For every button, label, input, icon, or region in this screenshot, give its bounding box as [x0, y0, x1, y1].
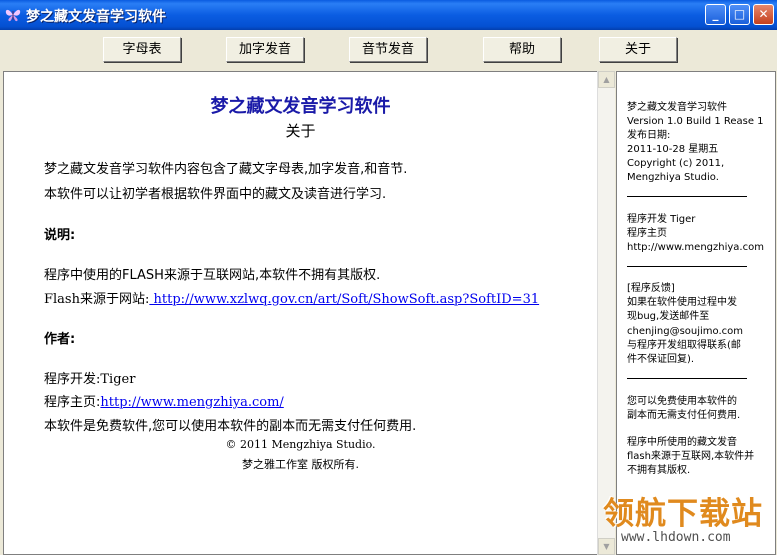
- side-feedback-line-1: 如果在软件使用过程中发: [627, 297, 737, 308]
- side-homepage-label: 程序主页: [627, 228, 667, 239]
- flash-source-label: Flash来源于网站:: [44, 292, 150, 307]
- side-feedback-line-4: 件不保证回复).: [627, 354, 695, 365]
- side-feedback-line-2: 现bug,发送邮件至: [627, 311, 710, 322]
- site-watermark: 领航下载站 www.lhdown.com: [603, 488, 773, 548]
- homepage-line: 程序主页:http://www.mengzhiya.com/: [44, 391, 284, 410]
- content-title: 梦之藏文发音学习软件: [210, 96, 391, 117]
- intro-line-1: 梦之藏文发音学习软件内容包含了藏文字母表,加字发音,和音节.: [44, 162, 408, 177]
- homepage-link[interactable]: http://www.mengzhiya.com/: [100, 395, 283, 410]
- maximize-button[interactable]: □: [729, 4, 750, 25]
- syllable-pronunciation-button[interactable]: 音节发音: [349, 37, 427, 62]
- butterfly-icon: [5, 9, 21, 22]
- watermark-logo-text: 领航下载站: [603, 496, 763, 532]
- side-flash-line-2: flash来源于互联网,本软件并: [627, 451, 755, 462]
- side-feedback-email: chenjing@soujimo.com: [627, 326, 744, 337]
- about-button[interactable]: 关于: [599, 37, 677, 62]
- developer-line: 程序开发:Tiger: [44, 372, 136, 387]
- free-software-line: 本软件是免费软件,您可以使用本软件的副本而无需支付任何费用.: [44, 419, 417, 434]
- side-release-date: 2011-10-28 星期五: [627, 144, 719, 155]
- watermark-url: www.lhdown.com: [621, 530, 731, 545]
- side-release-label: 发布日期:: [627, 130, 671, 141]
- vertical-scrollbar[interactable]: ▲ ▼: [597, 71, 615, 555]
- scroll-up-arrow-icon[interactable]: ▲: [598, 71, 615, 88]
- help-button[interactable]: 帮助: [483, 37, 561, 62]
- side-feedback-title: [程序反馈]: [627, 283, 675, 294]
- content-subtitle: 关于: [285, 122, 316, 140]
- alphabet-button[interactable]: 字母表: [103, 37, 181, 62]
- note-line-1: 程序中使用的FLASH来源于互联网站,本软件不拥有其版权.: [44, 268, 381, 283]
- toolbar: 字母表 加字发音 音节发音 帮助 关于: [0, 30, 777, 68]
- window-title: 梦之藏文发音学习软件: [26, 9, 166, 25]
- side-flash-line-1: 程序中所使用的藏文发音: [627, 437, 737, 448]
- copyright-line-2: 梦之雅工作室 版权所有.: [242, 458, 359, 471]
- minimize-button[interactable]: _: [705, 4, 726, 25]
- side-version: Version 1.0 Build 1 Rease 1: [627, 116, 764, 127]
- flash-source-line: Flash来源于网站: http://www.xzlwq.gov.cn/art/…: [44, 288, 539, 307]
- side-developer: 程序开发 Tiger: [627, 214, 696, 225]
- add-letter-pronunciation-button[interactable]: 加字发音: [226, 37, 304, 62]
- side-divider: [627, 266, 747, 267]
- side-app-name: 梦之藏文发音学习软件: [627, 102, 727, 113]
- side-free-line-2: 副本而无需支付任何费用.: [627, 410, 741, 421]
- side-free-line-1: 您可以免费使用本软件的: [627, 396, 737, 407]
- side-homepage-url: http://www.mengzhiya.com: [627, 242, 764, 253]
- about-content: 梦之藏文发音学习软件 关于 梦之藏文发音学习软件内容包含了藏文字母表,加字发音,…: [3, 71, 598, 555]
- side-divider: [627, 196, 747, 197]
- intro-line-2: 本软件可以让初学者根据软件界面中的藏文及读音进行学习.: [44, 187, 387, 202]
- side-divider: [627, 378, 747, 379]
- close-button[interactable]: ✕: [753, 4, 774, 25]
- title-bar: 梦之藏文发音学习软件 _ □ ✕: [0, 0, 777, 30]
- side-flash-line-3: 不拥有其版权.: [627, 465, 691, 476]
- homepage-label: 程序主页:: [44, 395, 101, 410]
- note-heading: 说明:: [44, 228, 76, 243]
- author-heading: 作者:: [44, 332, 76, 347]
- copyright-line-1: © 2011 Mengzhiya Studio.: [225, 438, 376, 451]
- side-feedback-line-3: 与程序开发组取得联系(邮: [627, 340, 741, 351]
- side-copyright-1: Copyright (c) 2011,: [627, 158, 725, 169]
- info-side-panel: 梦之藏文发音学习软件 Version 1.0 Build 1 Rease 1 发…: [616, 71, 776, 555]
- flash-source-link[interactable]: http://www.xzlwq.gov.cn/art/Soft/ShowSof…: [149, 292, 539, 307]
- side-copyright-2: Mengzhiya Studio.: [627, 172, 719, 183]
